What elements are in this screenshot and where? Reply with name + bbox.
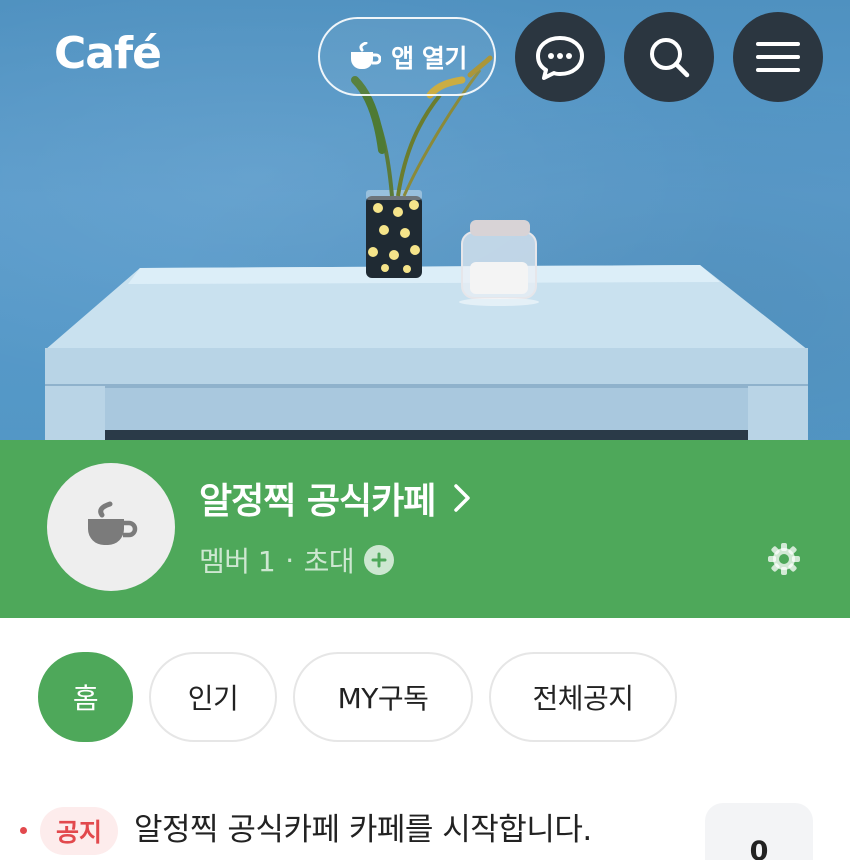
- menu-button[interactable]: [733, 12, 823, 102]
- tab-my-subscriptions[interactable]: MY구독: [293, 652, 473, 742]
- open-app-label: 앱 열기: [391, 43, 467, 73]
- notice-badge: 공지: [40, 807, 119, 855]
- cafe-logo[interactable]: Café: [54, 28, 162, 80]
- search-button[interactable]: [624, 12, 714, 102]
- comment-count-badge[interactable]: 0: [705, 803, 813, 860]
- cafe-info-bar: 알정찍 공식카페 멤버 1 · 초대: [0, 440, 850, 618]
- settings-gear-icon[interactable]: [767, 542, 801, 576]
- coffee-cup-icon: [88, 501, 138, 545]
- tab-home[interactable]: 홈: [38, 652, 133, 742]
- chevron-right-icon: [454, 484, 471, 512]
- tab-popular[interactable]: 인기: [149, 652, 277, 742]
- cover-image: Café 앱 열기: [0, 0, 850, 440]
- open-app-button[interactable]: 앱 열기: [318, 17, 496, 96]
- plus-icon: [371, 552, 387, 568]
- category-tabs: 홈 인기 MY구독 전체공지: [38, 652, 677, 742]
- invite-label[interactable]: 초대: [304, 540, 355, 580]
- cafe-name: 알정찍 공식카페: [199, 481, 436, 522]
- cafe-avatar[interactable]: [47, 463, 175, 591]
- notice-bullet: [20, 827, 27, 834]
- cafe-name-link[interactable]: 알정찍 공식카페: [199, 472, 471, 524]
- cafe-meta: 멤버 1 · 초대: [199, 540, 395, 580]
- meta-separator: ·: [285, 543, 294, 577]
- invite-plus-button[interactable]: [364, 545, 395, 575]
- member-count: 멤버 1: [199, 545, 276, 578]
- coffee-cup-icon: [351, 41, 382, 69]
- menu-icon: [756, 42, 800, 72]
- chat-button[interactable]: [515, 12, 605, 102]
- tab-all-notices[interactable]: 전체공지: [489, 652, 677, 742]
- notice-title[interactable]: 알정찍 공식카페 카페를 시작합니다.: [134, 808, 592, 852]
- search-icon: [650, 38, 690, 78]
- chat-icon: [536, 36, 584, 80]
